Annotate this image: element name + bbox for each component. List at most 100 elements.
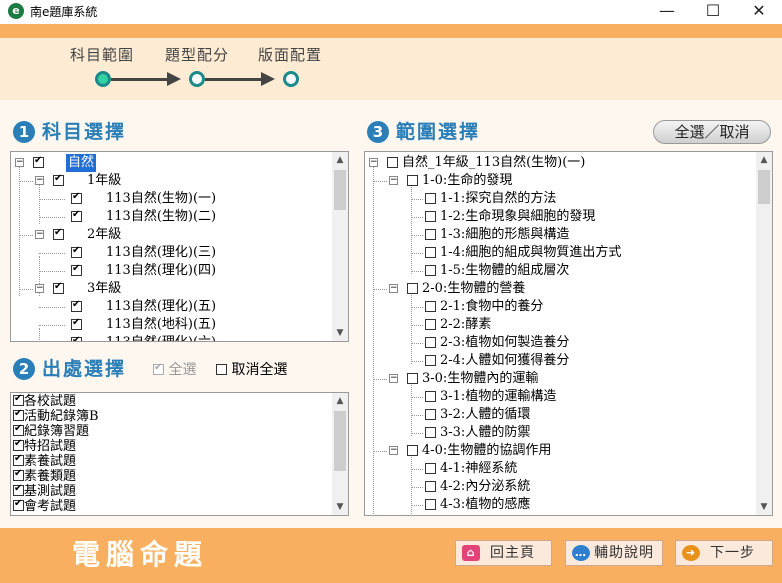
tree-checkbox[interactable] [71,245,82,258]
minimize-button[interactable]: — [644,0,690,24]
source-checkbox[interactable] [13,453,24,466]
tree-checkbox[interactable] [425,247,436,258]
source-checkbox[interactable] [13,393,24,406]
tree-checkbox[interactable] [53,281,64,294]
source-item-label: 會考試題 [24,499,77,514]
source-item-label: 素養試題 [24,454,77,469]
range-tree[interactable]: − 自然_1年級_113自然(生物)(一) −1-0:生命的發現 1-1:探究自然的方… [364,151,773,516]
section-number-3: 3 [367,121,389,143]
tree-checkbox[interactable] [71,299,82,312]
source-list-item[interactable]: 基測試題 [13,483,76,499]
tree-checkbox[interactable] [425,211,436,222]
scroll-up-icon[interactable]: ▲ [756,152,772,168]
source-list-item[interactable]: 會考試題 [13,498,77,514]
section-number-1: 1 [13,121,35,143]
collapse-icon[interactable]: − [35,284,44,293]
tree-checkbox[interactable] [71,317,82,330]
source-checkbox[interactable] [13,483,24,496]
chat-icon: … [572,545,590,561]
deselect-all-option[interactable]: 取消全選 [216,361,287,379]
scroll-down-icon[interactable]: ▼ [332,499,348,515]
source-scrollbar[interactable]: ▲ ▼ [332,393,348,515]
close-button[interactable]: ✕ [736,0,782,24]
tree-checkbox[interactable] [71,263,82,276]
source-list-item[interactable]: 活動紀錄簿B [13,408,99,424]
tree-node-label: 113自然(理化)(六) [106,334,216,341]
tree-checkbox[interactable] [407,283,418,294]
source-checkbox[interactable] [13,498,24,511]
tree-checkbox[interactable] [425,391,436,402]
source-list-item[interactable]: 紀錄簿習題 [13,423,89,439]
tree-checkbox[interactable] [425,229,436,240]
tree-checkbox[interactable] [425,499,436,510]
tree-checkbox[interactable] [33,155,44,168]
tree-checkbox[interactable] [425,265,436,276]
scroll-down-icon[interactable]: ▼ [756,499,772,515]
source-section-title: 出處選擇 [42,358,127,380]
scroll-up-icon[interactable]: ▲ [332,393,348,409]
tree-checkbox[interactable] [53,173,64,186]
section-number-2: 2 [13,358,35,380]
collapse-icon[interactable]: − [35,230,44,239]
tree-checkbox[interactable] [425,193,436,204]
tree-checkbox[interactable] [425,337,436,348]
collapse-icon[interactable]: − [369,158,378,167]
next-button[interactable]: ➜ 下一步 [675,540,773,566]
collapse-icon[interactable]: − [35,176,44,185]
scroll-thumb[interactable] [758,170,770,204]
arrow-right-icon: ➜ [682,545,700,561]
tree-checkbox[interactable] [425,409,436,420]
tree-checkbox[interactable] [425,427,436,438]
collapse-icon[interactable]: − [15,158,24,167]
window-title: 南e題庫系統 [30,5,98,19]
tree-node-label: 3-2:人體的循環 [440,407,531,422]
source-checkbox[interactable] [13,423,24,436]
tree-checkbox[interactable] [425,481,436,492]
scroll-down-icon[interactable]: ▼ [332,325,348,341]
collapse-icon[interactable]: − [389,284,398,293]
home-button[interactable]: ⌂ 回主頁 [455,540,552,566]
source-checkbox[interactable] [13,408,24,421]
source-list-item[interactable]: 各校試題 [13,393,76,409]
tree-node-label: 自然 [66,154,97,172]
source-list-item[interactable]: 特招試題 [13,438,76,454]
tree-checkbox[interactable] [407,175,418,186]
tree-checkbox[interactable] [53,227,64,240]
tree-checkbox[interactable] [71,191,82,204]
tree-checkbox[interactable] [425,463,436,474]
tree-checkbox[interactable] [71,209,82,222]
tree-checkbox[interactable] [387,157,398,168]
tree-checkbox[interactable] [425,301,436,312]
tree-checkbox[interactable] [71,335,82,341]
collapse-icon[interactable]: − [389,374,398,383]
range-section-title: 範圍選擇 [396,121,481,143]
collapse-icon[interactable]: − [389,176,398,185]
tree-node-label: 1-4:細胞的組成與物質進出方式 [440,245,622,260]
tree-checkbox[interactable] [407,445,418,456]
tree-node-label: 113自然(理化)(四) [106,263,217,278]
source-checkbox[interactable] [13,468,24,481]
subject-scrollbar[interactable]: ▲ ▼ [332,152,348,341]
source-checkbox[interactable] [13,438,24,451]
tree-checkbox[interactable] [425,355,436,366]
step-arrow-2-icon [261,72,275,86]
source-list-item[interactable]: 素養試題 [13,453,77,469]
deselect-all-checkbox[interactable] [216,364,227,375]
scroll-thumb[interactable] [334,170,346,210]
tree-node-label: 1-1:探究自然的方法 [440,191,557,206]
subject-tree[interactable]: − 自然 − 1年級 113自然(生物)(一) 113自然(生物)(二) − 2年級 113自然… [10,151,349,342]
select-all-toggle-button[interactable]: 全選／取消 [653,120,771,144]
tree-checkbox[interactable] [425,319,436,330]
scroll-up-icon[interactable]: ▲ [332,152,348,168]
collapse-icon[interactable]: − [389,446,398,455]
deselect-all-label: 取消全選 [231,362,288,378]
source-list[interactable]: 各校試題活動紀錄簿B紀錄簿習題特招試題素養試題素養類題基測試題會考試題 ▲ ▼ [10,392,349,516]
tree-node-label: 自然_1年級_113自然(生物)(一) [402,155,586,170]
scroll-thumb[interactable] [334,411,346,471]
title-bar: e 南e題庫系統 — ☐ ✕ [0,0,782,24]
tree-checkbox[interactable] [407,373,418,384]
source-list-item[interactable]: 素養類題 [13,468,76,484]
help-button[interactable]: … 輔助說明 [565,540,663,566]
maximize-button[interactable]: ☐ [690,0,736,24]
range-scrollbar[interactable]: ▲ ▼ [756,152,772,515]
